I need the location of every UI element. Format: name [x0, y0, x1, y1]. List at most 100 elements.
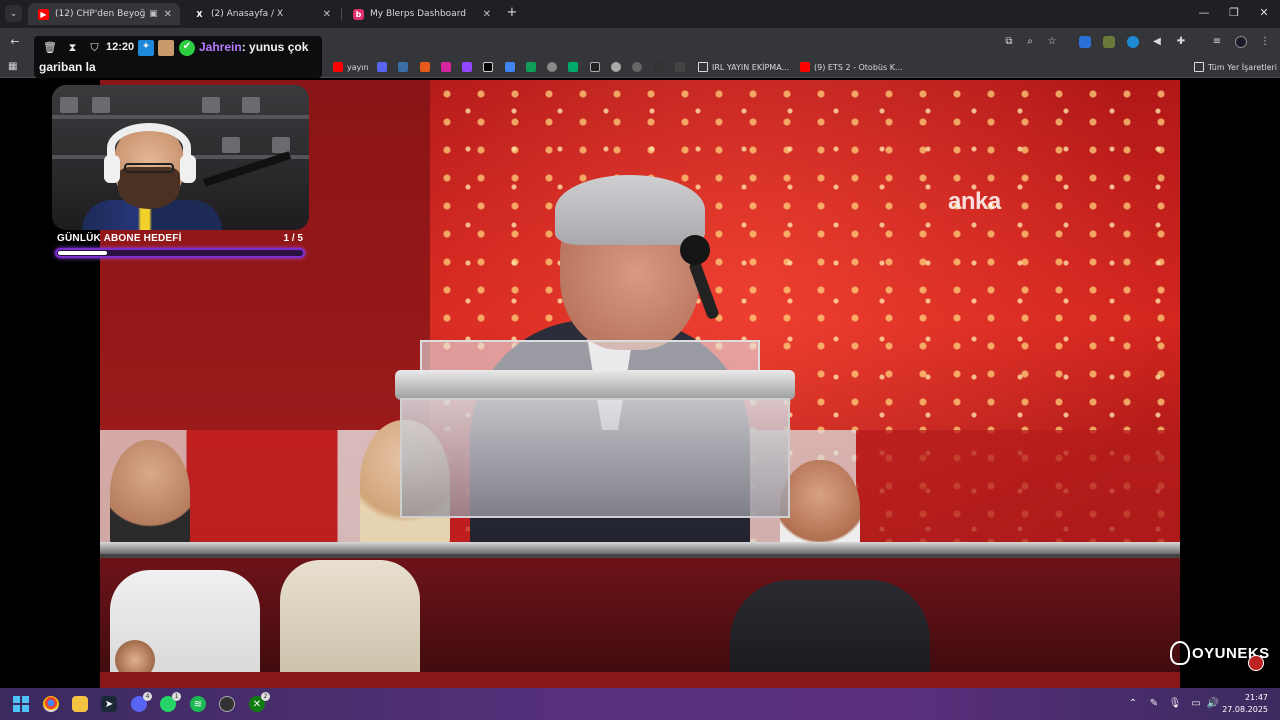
bookmark-blue-icon[interactable] — [398, 62, 408, 72]
clock-date: 27.08.2025 — [1222, 705, 1268, 714]
bookmark-ets2[interactable]: (9) ETS 2 - Otobüs K... — [800, 61, 903, 73]
tab-x[interactable]: X (2) Anasayfa / X ✕ — [184, 3, 339, 25]
volume-extension-icon[interactable]: ◀ — [1150, 35, 1164, 49]
oyuneks-logo-mark-icon — [1170, 641, 1190, 665]
tab-strip: ⌄ ▶ (12) CHP'den Beyoğlu'nda ▣ ✕ X (2) A… — [0, 0, 1280, 28]
file-explorer-icon[interactable] — [72, 696, 88, 712]
crowd-person — [280, 560, 420, 688]
menu-kebab-icon[interactable]: ⋮ — [1258, 35, 1272, 49]
tray-pen-icon[interactable]: ✎ — [1147, 698, 1161, 709]
headset-earcup — [180, 155, 196, 183]
media-control-icon[interactable]: ▣ — [149, 9, 158, 19]
close-tab-icon[interactable]: ✕ — [483, 9, 491, 20]
bookmark-link-icon[interactable] — [632, 62, 642, 72]
bookmark-gray-icon[interactable] — [547, 62, 557, 72]
back-arrow-icon[interactable]: ← — [7, 34, 23, 50]
bookmark-label: (9) ETS 2 - Otobüs K... — [814, 62, 903, 72]
obs-icon[interactable] — [219, 696, 235, 712]
youtube-icon: ▶ — [38, 8, 49, 20]
shelf-item — [242, 97, 260, 113]
media-queue-icon[interactable]: ≡ — [1210, 35, 1224, 49]
folder-icon — [698, 62, 708, 72]
twitch-icon[interactable] — [462, 62, 472, 72]
tab-youtube[interactable]: ▶ (12) CHP'den Beyoğlu'nda ▣ ✕ — [28, 3, 180, 25]
x-icon: X — [196, 9, 203, 19]
balcony-rail — [100, 542, 1180, 554]
docs-icon[interactable] — [505, 62, 515, 72]
subscriber-badge-icon — [158, 40, 174, 56]
chat-message-overlay: 🗑 ⧗ ⛉ 12:20 ✦ ✔ Jahrein: yunus çok garib… — [34, 36, 322, 78]
tab-blerps[interactable]: b My Blerps Dashboard ✕ — [343, 3, 499, 25]
clock-time: 21:47 — [1244, 693, 1268, 702]
zoom-icon[interactable]: ⌕ — [1023, 35, 1037, 49]
windows-start-icon[interactable] — [13, 696, 29, 712]
headset-earcup — [104, 155, 120, 183]
bookmark-yayin[interactable]: yayın — [333, 61, 369, 73]
bookmark-label: yayın — [347, 62, 369, 72]
taskbar-clock[interactable]: 21:47 27.08.2025 — [1222, 692, 1268, 716]
bookmark-dark-icon[interactable] — [590, 62, 600, 72]
shield-icon: ⛉ — [90, 41, 99, 54]
shelf — [52, 115, 309, 119]
close-tab-icon[interactable]: ✕ — [323, 9, 331, 20]
chat-timestamp: 12:20 — [106, 41, 135, 53]
goal-progress-bar — [55, 248, 305, 258]
new-tab-button[interactable]: + — [505, 6, 519, 20]
tray-speaker-icon[interactable]: 🔊 — [1206, 698, 1220, 709]
apps-grid-icon[interactable]: ▦ — [8, 62, 18, 72]
subscriber-goal-widget: GÜNLÜK ABONE HEDEFİ 1 / 5 — [55, 231, 307, 263]
x-bookmark-icon[interactable] — [483, 62, 493, 72]
chat-username: Jahrein: yunus çok — [199, 40, 308, 54]
chatgpt-icon[interactable] — [611, 62, 621, 72]
close-tab-icon[interactable]: ✕ — [164, 9, 172, 20]
steam-icon[interactable]: ➤ — [101, 696, 117, 712]
bookmark-irl-folder[interactable]: IRL YAYIN EKİPMA... — [698, 61, 789, 73]
bookmark-discord-icon[interactable] — [377, 62, 387, 72]
tab-label: (2) Anasayfa / X — [211, 9, 284, 19]
instagram-icon[interactable] — [441, 62, 451, 72]
tab-search-chevron-icon[interactable]: ⌄ — [5, 5, 22, 22]
balcony-front — [100, 558, 1180, 688]
xbox-badge: 2 — [261, 692, 270, 701]
streamer-beard — [118, 167, 180, 209]
sheets-icon[interactable] — [526, 62, 536, 72]
tab-separator — [341, 8, 342, 20]
extension-green-icon[interactable] — [1103, 36, 1115, 48]
restore-icon[interactable]: ❐ — [1226, 6, 1242, 19]
trash-icon: 🗑 — [43, 41, 57, 54]
bookmark-a-icon[interactable] — [654, 62, 664, 72]
close-window-icon[interactable]: ✕ — [1256, 6, 1272, 19]
youtube-icon — [333, 62, 343, 72]
tray-display-icon[interactable]: ▭ — [1189, 698, 1203, 709]
tray-chevron-up-icon[interactable]: ⌃ — [1126, 698, 1140, 709]
minimize-icon[interactable]: — — [1196, 6, 1212, 19]
bookmark-tt-icon[interactable] — [568, 62, 578, 72]
chrome-icon[interactable] — [43, 696, 59, 712]
podium-top — [395, 370, 795, 400]
tab-label: (12) CHP'den Beyoğlu'nda — [55, 9, 146, 19]
extension-circle-icon[interactable] — [1127, 36, 1139, 48]
profile-avatar[interactable] — [1235, 36, 1247, 48]
oyuneks-badge-icon — [1248, 655, 1264, 671]
tray-microphone-icon[interactable]: 🎙 — [1168, 698, 1182, 709]
whatsapp-icon[interactable]: 1 — [160, 692, 181, 712]
stage-bottom — [100, 672, 1180, 688]
verified-badge-icon: ✦ — [138, 40, 154, 56]
shelf-item — [202, 97, 220, 113]
bookmark-more-icon[interactable] — [675, 62, 685, 72]
puzzle-extensions-icon[interactable]: ✚ — [1174, 35, 1188, 49]
cast-icon[interactable]: ⧉ — [1002, 35, 1016, 49]
blerp-icon: b — [353, 8, 364, 20]
crowd-person — [110, 440, 190, 550]
discord-badge: 4 — [143, 692, 152, 701]
bookmark-orange-icon[interactable] — [420, 62, 430, 72]
hourglass-icon: ⧗ — [68, 41, 77, 54]
goal-progress-fill — [58, 251, 107, 255]
xbox-icon[interactable]: ✕ 2 — [249, 692, 270, 712]
bookmark-star-icon[interactable]: ☆ — [1045, 35, 1059, 49]
discord-icon[interactable]: 4 — [131, 692, 152, 712]
bookmark-all-folder[interactable]: Tüm Yer İşaretleri — [1194, 61, 1277, 73]
chat-username-text: Jahrein — [199, 40, 242, 54]
extension-blue-icon[interactable] — [1079, 36, 1091, 48]
spotify-icon[interactable]: ≋ — [190, 696, 206, 712]
